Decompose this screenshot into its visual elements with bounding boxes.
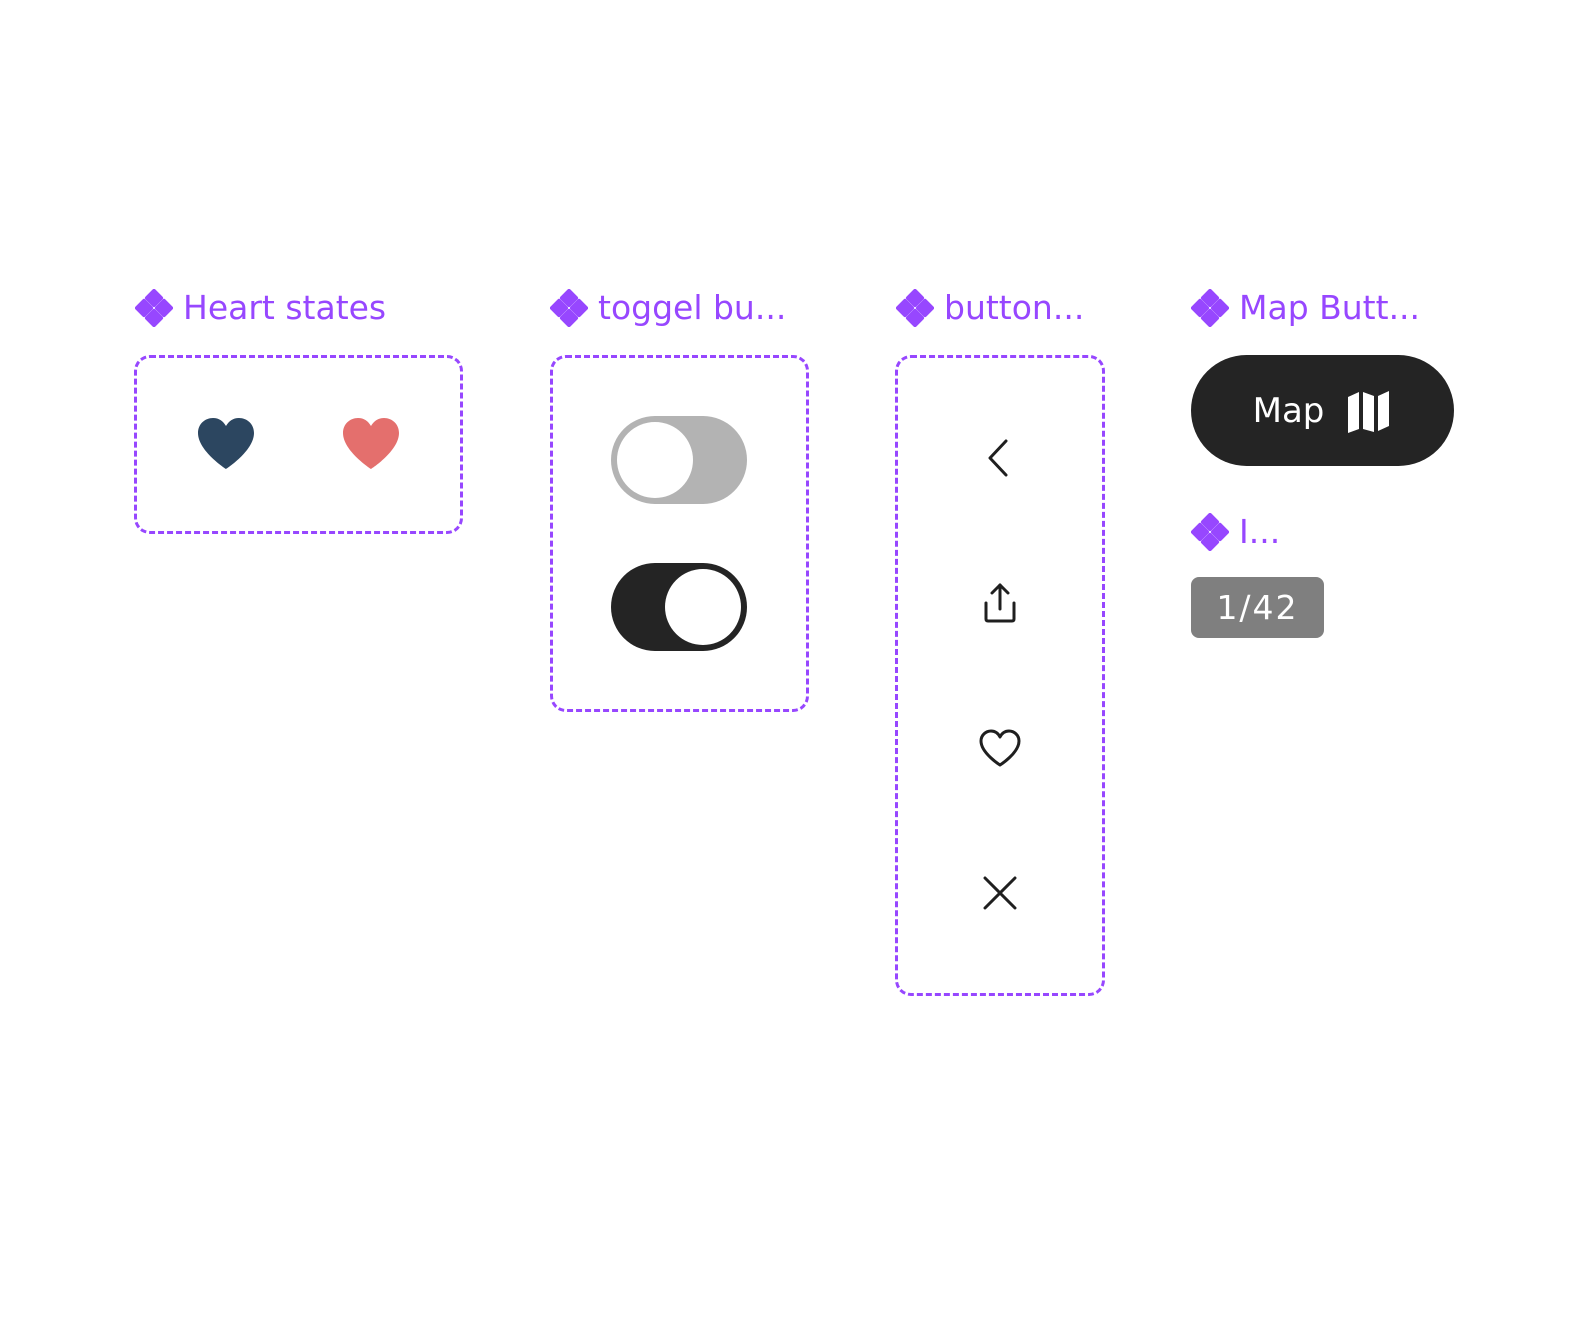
close-button[interactable] (970, 863, 1030, 923)
heart-filled-dark-icon[interactable] (196, 417, 256, 471)
toggle-knob (617, 422, 693, 498)
toggle-button-frame (550, 355, 809, 712)
close-icon (983, 876, 1017, 910)
component-icon (550, 289, 588, 327)
image-counter-badge: 1/42 (1191, 577, 1324, 638)
button-icons-label-text: button... (944, 288, 1085, 327)
component-icon (1191, 513, 1229, 551)
component-icon (896, 289, 934, 327)
map-button[interactable]: Map (1191, 355, 1454, 466)
toggle-on[interactable] (611, 563, 747, 651)
favorite-button[interactable] (970, 718, 1030, 778)
toggle-off[interactable] (611, 416, 747, 504)
map-button-text: Map (1252, 390, 1325, 431)
toggle-knob (665, 569, 741, 645)
heart-states-label[interactable]: Heart states (135, 288, 386, 328)
heart-outline-icon (979, 729, 1021, 767)
component-icon (1191, 289, 1229, 327)
heart-states-label-text: Heart states (183, 288, 387, 327)
toggle-button-label[interactable]: toggel bu... (550, 288, 786, 328)
heart-states-frame (134, 355, 463, 534)
back-button[interactable] (970, 428, 1030, 488)
map-button-label-text: Map Butt... (1239, 288, 1421, 327)
component-icon (135, 289, 173, 327)
image-counter-label-text: I... (1239, 512, 1281, 551)
button-icons-label[interactable]: button... (896, 288, 1084, 328)
share-button[interactable] (970, 573, 1030, 633)
image-counter-label[interactable]: I... (1191, 512, 1280, 552)
map-button-label[interactable]: Map Butt... (1191, 288, 1420, 328)
chevron-left-icon (988, 439, 1008, 477)
heart-filled-coral-icon[interactable] (341, 417, 401, 471)
toggle-button-label-text: toggel bu... (598, 288, 787, 327)
share-icon (984, 583, 1016, 623)
map-icon (1348, 390, 1390, 433)
